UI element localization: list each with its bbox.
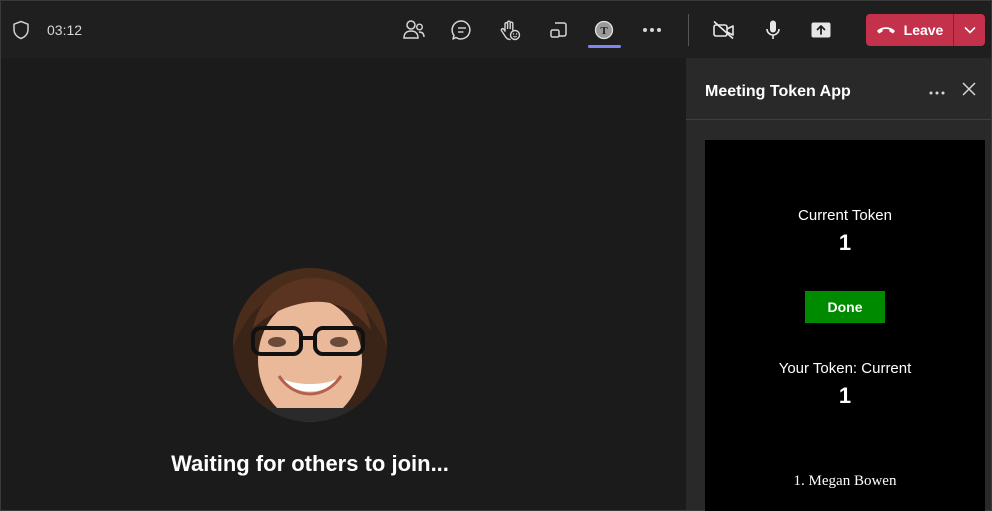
camera-off-icon (712, 20, 736, 40)
your-token-label: Your Token: Current (778, 360, 912, 377)
more-options-icon (929, 82, 945, 100)
camera-toggle-button[interactable] (709, 15, 739, 45)
waiting-message: Waiting for others to join... (171, 451, 449, 476)
active-app-indicator (588, 45, 621, 48)
panel-more-options-button[interactable] (926, 80, 948, 102)
meeting-token-app-icon: T (594, 20, 614, 40)
share-screen-button[interactable] (806, 15, 836, 45)
done-button[interactable]: Done (805, 291, 885, 323)
meeting-timer: 03:12 (47, 22, 83, 38)
app-badge-letter: T (600, 25, 608, 37)
toolbar-divider (688, 14, 689, 46)
chat-icon (451, 19, 473, 41)
share-tray-icon (547, 19, 569, 41)
meeting-token-app-frame: Current Token 1 Done Your Token: Current… (705, 140, 985, 511)
meeting-stage: Waiting for others to join... (0, 58, 686, 511)
current-token-value: 1 (838, 230, 852, 255)
leave-button-group: Leave (866, 14, 985, 46)
panel-title: Meeting Token App (705, 83, 851, 100)
shield-icon[interactable] (12, 20, 30, 40)
participant-avatar (233, 268, 387, 422)
microphone-icon (764, 19, 782, 41)
chevron-down-icon (963, 21, 976, 39)
leave-button[interactable]: Leave (866, 14, 953, 46)
close-icon (962, 81, 976, 101)
more-options-button[interactable] (637, 15, 667, 45)
leave-label: Leave (903, 22, 944, 38)
panel-close-button[interactable] (958, 80, 980, 102)
more-options-icon (642, 27, 662, 33)
queue-list-item: 1. Megan Bowen (793, 473, 897, 489)
panel-divider (686, 119, 991, 120)
your-token-value: 1 (838, 383, 852, 408)
app-side-panel: Meeting Token App Current Token 1 Done Y… (686, 58, 992, 511)
people-icon (402, 19, 426, 41)
microphone-toggle-button[interactable] (758, 15, 788, 45)
meeting-toolbar: 03:12 T Leave (0, 0, 992, 58)
meeting-token-app-button[interactable]: T (589, 15, 619, 45)
reactions-button[interactable] (495, 15, 525, 45)
current-token-label: Current Token (798, 207, 892, 224)
people-button[interactable] (399, 15, 429, 45)
raise-hand-icon (499, 19, 521, 41)
leave-options-dropdown[interactable] (954, 14, 985, 46)
share-screen-icon (810, 21, 832, 39)
chat-button[interactable] (447, 15, 477, 45)
share-tray-button[interactable] (543, 15, 573, 45)
phone-hangup-icon (876, 22, 896, 38)
